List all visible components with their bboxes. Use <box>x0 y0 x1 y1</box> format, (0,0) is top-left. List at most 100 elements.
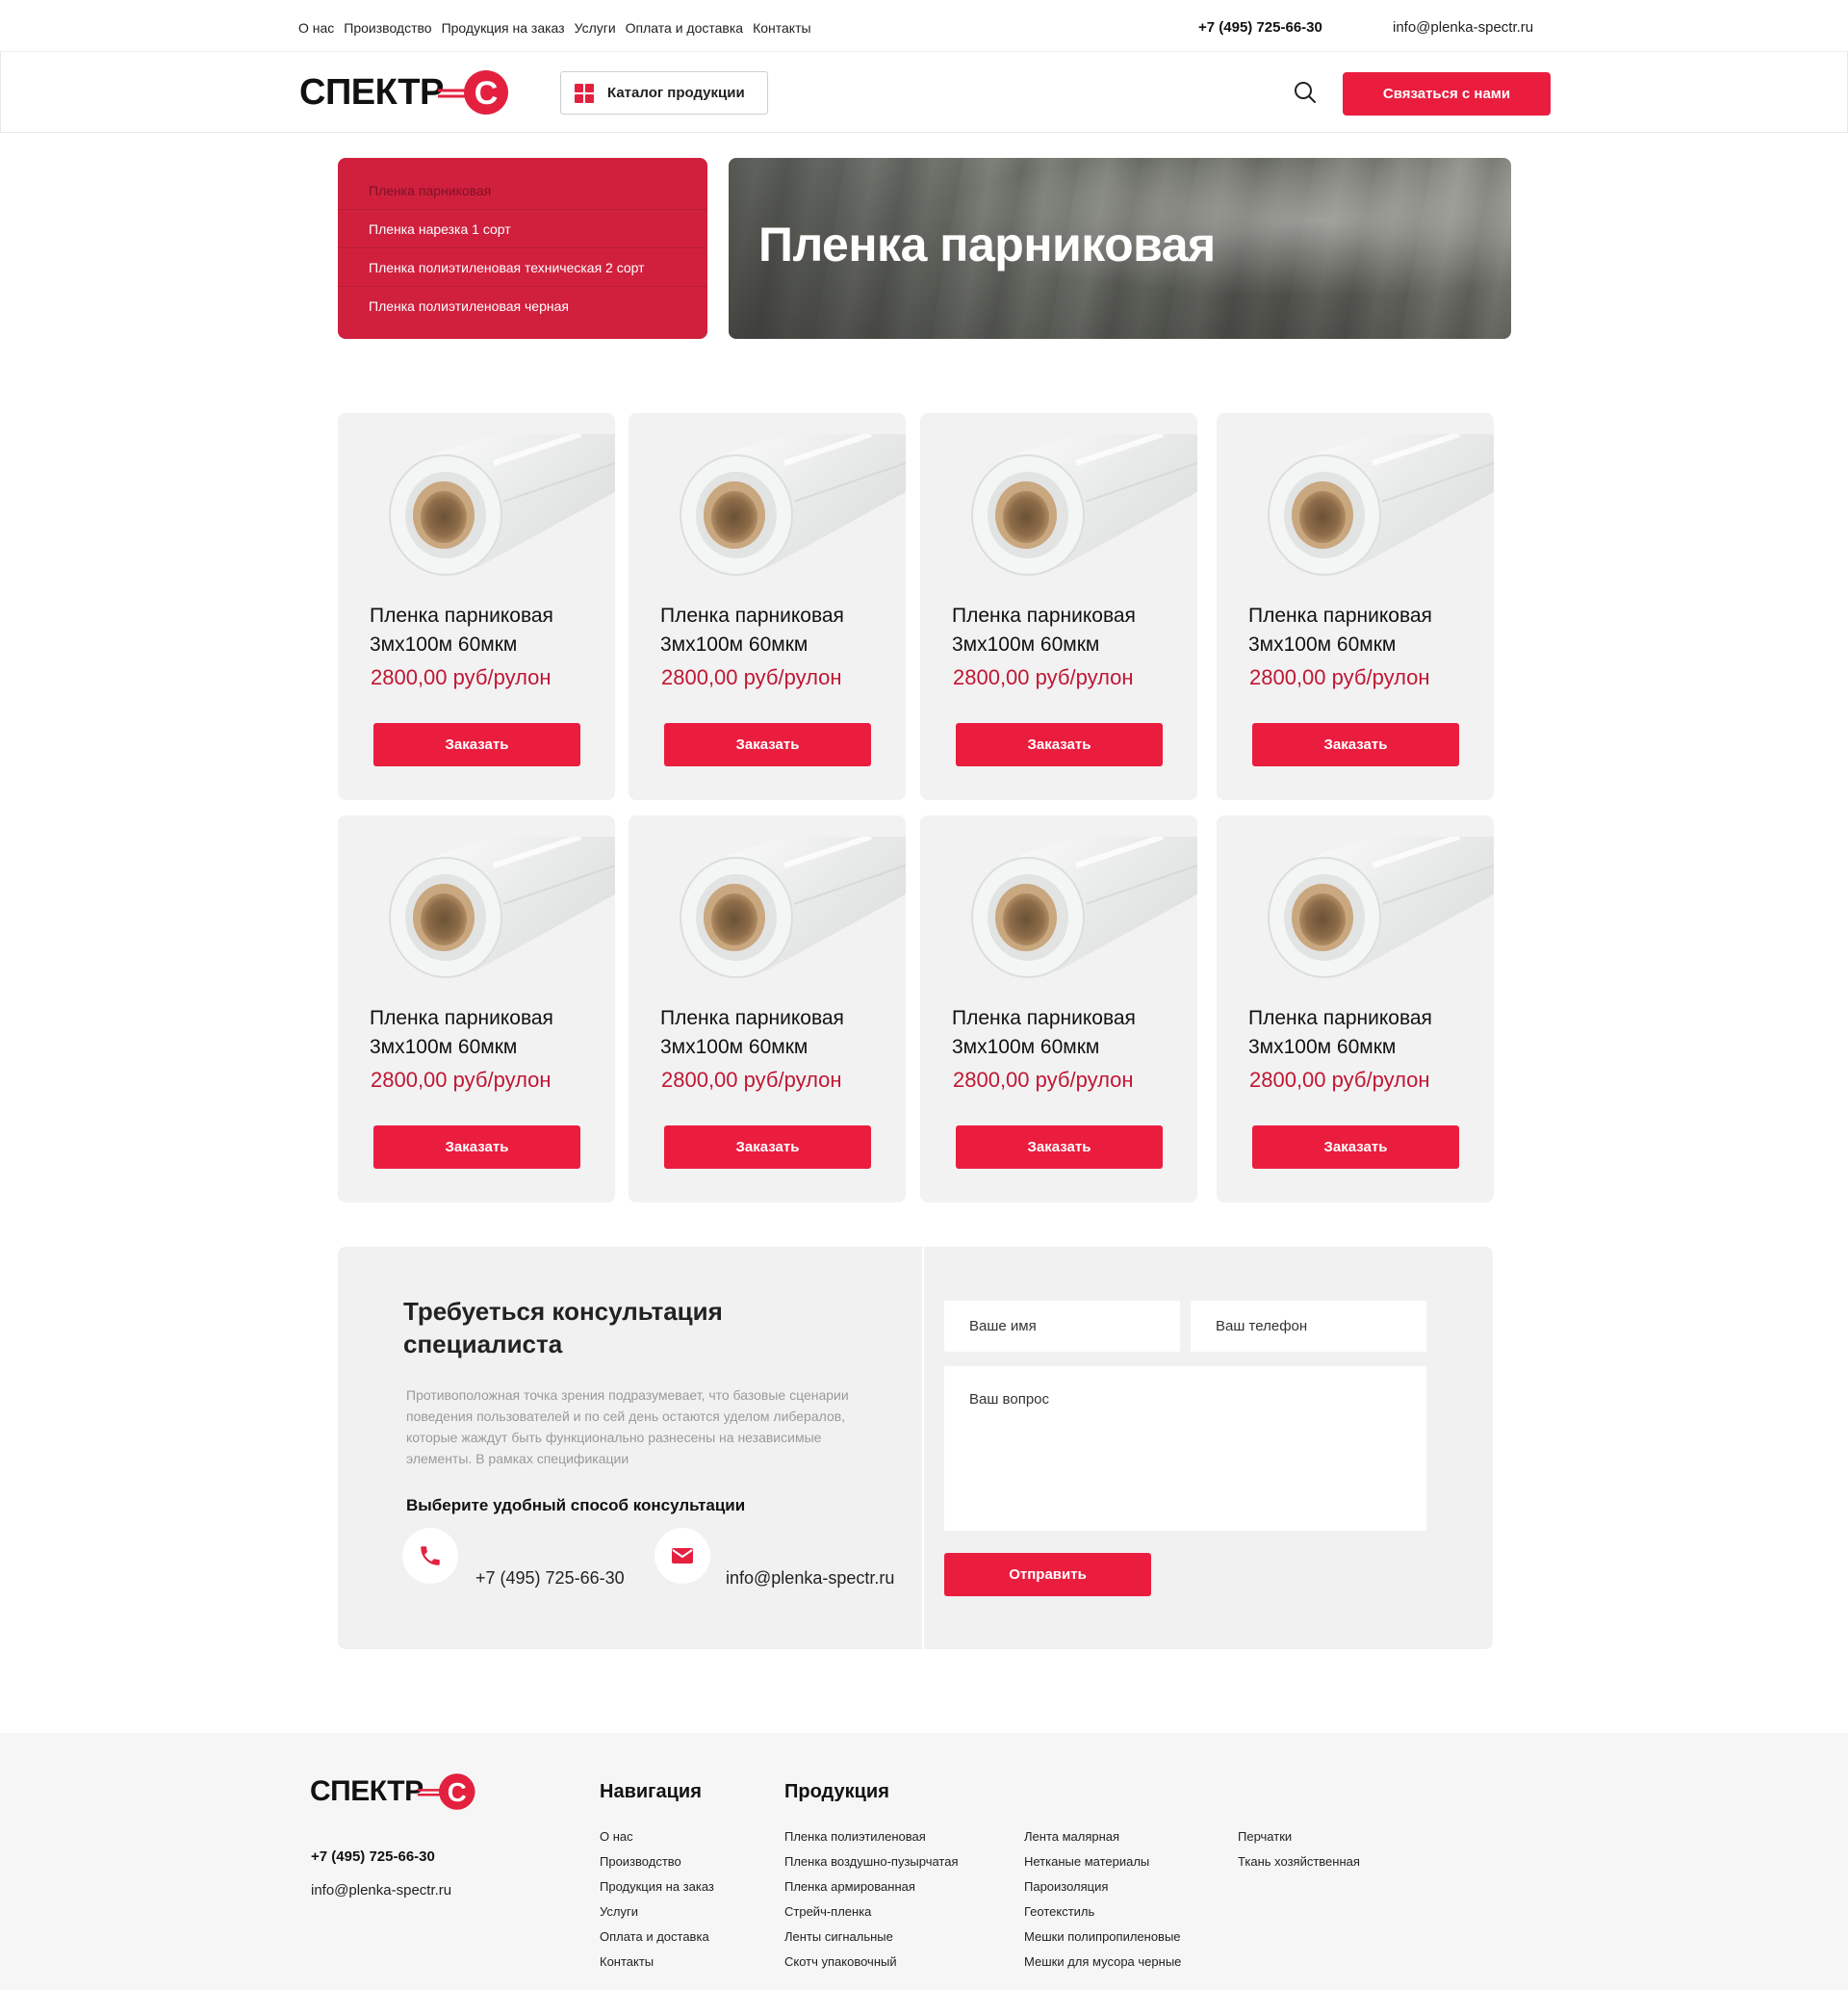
footer-product-item[interactable]: Мешки полипропиленовые <box>1024 1925 1181 1950</box>
product-card[interactable]: Пленка парниковая 3мх100м 60мкм 2800,00 р… <box>1217 815 1494 1202</box>
order-button[interactable]: Заказать <box>664 1125 871 1169</box>
footer-logo-mark-icon: С <box>417 1772 477 1811</box>
footer-product-item[interactable]: Пленка полиэтиленовая <box>784 1824 959 1849</box>
consultation-email[interactable]: info@plenka-spectr.ru <box>726 1568 894 1589</box>
catalog-button-label: Каталог продукции <box>607 85 745 101</box>
order-button[interactable]: Заказать <box>956 723 1163 766</box>
product-card[interactable]: Пленка парниковая 3мх100м 60мкм 2800,00 р… <box>338 815 615 1202</box>
logo[interactable]: СПЕКТР С <box>299 69 511 116</box>
product-image[interactable] <box>388 413 615 577</box>
product-card[interactable]: Пленка парниковая 3мх100м 60мкм 2800,00 р… <box>629 815 906 1202</box>
footer-logo[interactable]: СПЕКТР С <box>310 1772 477 1811</box>
product-card[interactable]: Пленка парниковая 3мх100м 60мкм 2800,00 р… <box>920 413 1197 800</box>
footer-nav-item[interactable]: О нас <box>600 1824 714 1849</box>
product-image[interactable] <box>679 815 906 979</box>
order-button[interactable]: Заказать <box>664 723 871 766</box>
footer-nav-item[interactable]: Услуги <box>600 1900 714 1925</box>
footer-product-item[interactable]: Ткань хозяйственная <box>1238 1849 1360 1874</box>
product-card[interactable]: Пленка парниковая 3мх100м 60мкм 2800,00 р… <box>1217 413 1494 800</box>
footer-nav-item[interactable]: Производство <box>600 1849 714 1874</box>
footer-product-item[interactable]: Ленты сигнальные <box>784 1925 959 1950</box>
order-button[interactable]: Заказать <box>956 1125 1163 1169</box>
top-nav-payment-delivery[interactable]: Оплата и доставка <box>626 20 743 36</box>
hero-banner: Пленка парниковая <box>729 158 1511 339</box>
product-price: 2800,00 руб/рулон <box>1249 665 1430 689</box>
product-price: 2800,00 руб/рулон <box>1249 1068 1430 1092</box>
question-textarea[interactable]: Ваш вопрос <box>944 1366 1426 1531</box>
category-item-technical-film[interactable]: Пленка полиэтиленовая техническая 2 сорт <box>338 248 707 287</box>
top-nav-production[interactable]: Производство <box>344 20 431 36</box>
product-image[interactable] <box>970 815 1197 979</box>
footer-product-item[interactable]: Нетканые материалы <box>1024 1849 1181 1874</box>
product-name[interactable]: Пленка парниковая 3мх100м 60мкм <box>952 1004 1183 1062</box>
category-menu: Пленка парниковая Пленка нарезка 1 сорт … <box>338 158 707 339</box>
consultation-phone[interactable]: +7 (495) 725-66-30 <box>475 1568 625 1589</box>
header: СПЕКТР С Каталог продукции Связаться с н… <box>0 52 1848 133</box>
top-bar: О нас Производство Продукция на заказ Ус… <box>0 0 1848 52</box>
category-item-cut-film[interactable]: Пленка нарезка 1 сорт <box>338 210 707 248</box>
order-button[interactable]: Заказать <box>373 1125 580 1169</box>
phone-input[interactable]: Ваш телефон <box>1191 1301 1426 1352</box>
page-title: Пленка парниковая <box>758 218 1216 271</box>
name-input[interactable]: Ваше имя <box>944 1301 1180 1352</box>
footer-product-item[interactable]: Мешки для мусора черные <box>1024 1950 1181 1975</box>
logo-mark-icon: С <box>437 69 511 116</box>
top-nav-contacts[interactable]: Контакты <box>753 20 810 36</box>
phone-icon[interactable] <box>402 1528 458 1584</box>
grid-icon <box>575 83 594 103</box>
product-price: 2800,00 руб/рулон <box>371 665 552 689</box>
product-image[interactable] <box>679 413 906 577</box>
footer-products-list-1: Пленка полиэтиленовая Пленка воздушно-пу… <box>784 1824 959 1975</box>
order-button[interactable]: Заказать <box>1252 723 1459 766</box>
category-item-greenhouse[interactable]: Пленка парниковая <box>338 171 707 210</box>
product-card[interactable]: Пленка парниковая 3мх100м 60мкм 2800,00 р… <box>338 413 615 800</box>
product-name[interactable]: Пленка парниковая 3мх100м 60мкм <box>660 602 891 659</box>
product-image[interactable] <box>1267 413 1494 577</box>
top-nav: О нас Производство Продукция на заказ Ус… <box>298 20 811 36</box>
category-item-black-film[interactable]: Пленка полиэтиленовая черная <box>338 287 707 325</box>
footer-product-item[interactable]: Скотч упаковочный <box>784 1950 959 1975</box>
top-phone-link[interactable]: +7 (495) 725-66-30 <box>1198 19 1322 36</box>
product-name[interactable]: Пленка парниковая 3мх100м 60мкм <box>370 602 601 659</box>
product-name[interactable]: Пленка парниковая 3мх100м 60мкм <box>952 602 1183 659</box>
product-name[interactable]: Пленка парниковая 3мх100м 60мкм <box>660 1004 891 1062</box>
product-image[interactable] <box>388 815 615 979</box>
search-icon[interactable] <box>1293 80 1318 105</box>
top-nav-custom-products[interactable]: Продукция на заказ <box>442 20 565 36</box>
footer-nav-item[interactable]: Продукция на заказ <box>600 1874 714 1900</box>
footer-nav-item[interactable]: Контакты <box>600 1950 714 1975</box>
footer-product-item[interactable]: Пленка воздушно-пузырчатая <box>784 1849 959 1874</box>
footer-product-item[interactable]: Пленка армированная <box>784 1874 959 1900</box>
footer-product-item[interactable]: Лента малярная <box>1024 1824 1181 1849</box>
product-name[interactable]: Пленка парниковая 3мх100м 60мкм <box>1248 602 1479 659</box>
contact-us-button[interactable]: Связаться с нами <box>1343 72 1551 116</box>
top-nav-services[interactable]: Услуги <box>575 20 616 36</box>
top-nav-about[interactable]: О нас <box>298 20 334 36</box>
product-name[interactable]: Пленка парниковая 3мх100м 60мкм <box>370 1004 601 1062</box>
svg-text:С: С <box>447 1777 466 1807</box>
footer-email[interactable]: info@plenka-spectr.ru <box>311 1882 451 1899</box>
footer-product-item[interactable]: Перчатки <box>1238 1824 1360 1849</box>
footer-nav-title: Навигация <box>600 1781 702 1802</box>
product-card[interactable]: Пленка парниковая 3мх100м 60мкм 2800,00 р… <box>920 815 1197 1202</box>
product-image[interactable] <box>1267 815 1494 979</box>
product-image[interactable] <box>970 413 1197 577</box>
product-name[interactable]: Пленка парниковая 3мх100м 60мкм <box>1248 1004 1479 1062</box>
mail-icon[interactable] <box>654 1528 710 1584</box>
product-card[interactable]: Пленка парниковая 3мх100м 60мкм 2800,00 р… <box>629 413 906 800</box>
footer-nav-item[interactable]: Оплата и доставка <box>600 1925 714 1950</box>
footer-product-item[interactable]: Стрейч-пленка <box>784 1900 959 1925</box>
footer-product-item[interactable]: Геотекстиль <box>1024 1900 1181 1925</box>
send-button[interactable]: Отправить <box>944 1553 1151 1596</box>
order-button[interactable]: Заказать <box>373 723 580 766</box>
catalog-button[interactable]: Каталог продукции <box>560 71 768 115</box>
consultation-title: Требуеться консультация специалиста <box>403 1297 723 1358</box>
product-price: 2800,00 руб/рулон <box>953 665 1134 689</box>
order-button[interactable]: Заказать <box>1252 1125 1459 1169</box>
footer-product-item[interactable]: Пароизоляция <box>1024 1874 1181 1900</box>
footer-phone[interactable]: +7 (495) 725-66-30 <box>311 1848 435 1865</box>
footer-products-list-2: Лента малярная Нетканые материалы Пароиз… <box>1024 1824 1181 1975</box>
footer-products-title: Продукция <box>784 1781 889 1802</box>
top-email-link[interactable]: info@plenka-spectr.ru <box>1393 19 1533 36</box>
logo-text: СПЕКТР <box>299 71 444 113</box>
